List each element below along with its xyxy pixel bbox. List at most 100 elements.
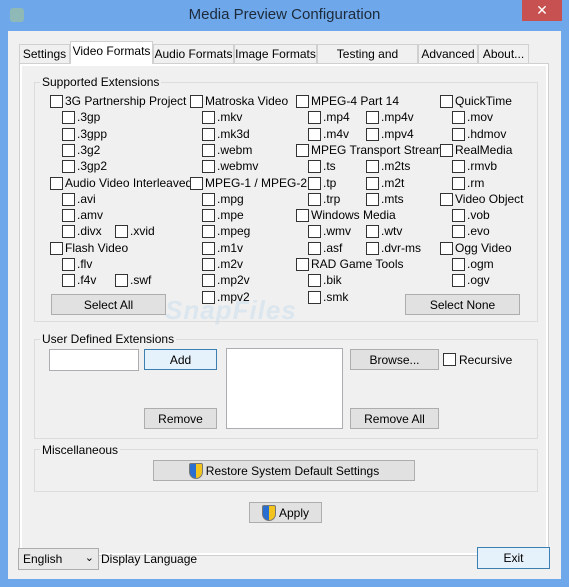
checkbox-vob[interactable] [452, 209, 465, 223]
checkbox-m4v[interactable] [308, 127, 321, 141]
supported-extensions-label: Supported Extensions [40, 75, 162, 89]
checkbox-label: .ogv [467, 273, 490, 288]
checkbox-windows-media[interactable] [296, 209, 309, 223]
apply-label: Apply [278, 505, 310, 520]
checkbox-evo[interactable] [452, 225, 465, 239]
tab-about[interactable]: About... [478, 44, 529, 63]
checkbox-label: Flash Video [65, 240, 129, 255]
checkbox-mkv[interactable] [202, 111, 215, 125]
checkbox-label: .xvid [130, 224, 155, 239]
checkbox-3g-partnership-project[interactable] [50, 95, 63, 108]
checkbox-label: .m2v [217, 257, 244, 271]
user-defined-label: User Defined Extensions [40, 332, 177, 346]
language-select[interactable]: English ⌄ [18, 548, 99, 570]
checkbox-mpeg-transport-stream[interactable] [296, 143, 309, 157]
recursive-label: Recursive [459, 353, 513, 367]
tab-advanced[interactable]: Advanced [418, 44, 478, 63]
extension-input[interactable] [49, 349, 139, 371]
checkbox-label: .wtv [381, 224, 403, 239]
tab-settings[interactable]: Settings [19, 44, 70, 63]
checkbox-webm[interactable] [202, 143, 215, 157]
checkbox-wmv[interactable] [308, 225, 321, 239]
checkbox-swf[interactable] [115, 274, 128, 288]
restore-label: Restore System Default Settings [205, 463, 380, 478]
checkbox-label: RealMedia [455, 142, 513, 157]
checkbox-wtv[interactable] [366, 225, 379, 239]
checkbox-hdmov[interactable] [452, 127, 465, 141]
checkbox-ogm[interactable] [452, 258, 465, 271]
checkbox-label: .rm [467, 175, 485, 190]
checkbox-realmedia[interactable] [440, 143, 453, 157]
checkbox-3gpp[interactable] [62, 127, 75, 141]
checkbox-ogv[interactable] [452, 274, 465, 288]
checkbox-smk[interactable] [308, 290, 321, 304]
checkbox-mts[interactable] [366, 192, 379, 206]
tab-audio-formats[interactable]: Audio Formats [153, 44, 234, 63]
checkbox-matroska-video[interactable] [190, 95, 203, 108]
extensions-list[interactable] [226, 348, 343, 429]
checkbox-mpeg-4-part-14[interactable] [296, 95, 309, 108]
checkbox-3gp[interactable] [62, 111, 75, 125]
checkbox-trp[interactable] [308, 192, 321, 206]
remove-all-button[interactable]: Remove All [350, 408, 439, 429]
browse-button[interactable]: Browse... [350, 349, 439, 370]
add-button[interactable]: Add [144, 349, 217, 370]
checkbox-m2t[interactable] [366, 176, 379, 190]
checkbox-m1v[interactable] [202, 241, 215, 255]
checkbox-ts[interactable] [308, 160, 321, 174]
checkbox-mpe[interactable] [202, 209, 215, 223]
checkbox-divx[interactable] [62, 225, 75, 239]
tab-testing-and-cache[interactable]: Testing and Cache [317, 44, 418, 79]
checkbox-label: .wmv [323, 224, 351, 239]
checkbox-mp4[interactable] [308, 111, 321, 125]
checkbox-m2ts[interactable] [366, 160, 379, 174]
checkbox-xvid[interactable] [115, 225, 128, 239]
checkbox-label: .divx [77, 224, 102, 239]
checkbox-mov[interactable] [452, 111, 465, 125]
checkbox-mpg[interactable] [202, 192, 215, 206]
tab-image-formats[interactable]: Image Formats [234, 44, 317, 63]
checkbox-mp2v[interactable] [202, 274, 215, 288]
checkbox-rm[interactable] [452, 176, 465, 190]
close-button[interactable]: ✕ [522, 0, 562, 21]
checkbox-webmv[interactable] [202, 160, 215, 174]
checkbox-mpv2[interactable] [202, 290, 215, 304]
exit-button[interactable]: Exit [477, 547, 550, 569]
checkbox-video-object[interactable] [440, 192, 453, 206]
checkbox-flv[interactable] [62, 258, 75, 271]
checkbox-mpeg[interactable] [202, 225, 215, 239]
checkbox-mp4v[interactable] [366, 111, 379, 125]
checkbox-asf[interactable] [308, 241, 321, 255]
checkbox-label: MPEG Transport Stream [311, 142, 443, 157]
checkbox-bik[interactable] [308, 274, 321, 288]
select-all-button[interactable]: Select All [51, 294, 166, 315]
checkbox-rmvb[interactable] [452, 160, 465, 174]
checkbox-ogg-video[interactable] [440, 241, 453, 255]
checkbox-3gp2[interactable] [62, 160, 75, 174]
checkbox-quicktime[interactable] [440, 95, 453, 108]
select-none-button[interactable]: Select None [405, 294, 520, 315]
checkbox-label: .m1v [217, 240, 244, 255]
checkbox-amv[interactable] [62, 209, 75, 223]
uac-shield-icon [261, 504, 276, 521]
checkbox-avi[interactable] [62, 192, 75, 206]
remove-button[interactable]: Remove [144, 408, 217, 429]
checkbox-audio-video-interleaved[interactable] [50, 176, 63, 190]
apply-button[interactable]: Apply [249, 502, 322, 523]
restore-defaults-button[interactable]: Restore System Default Settings [153, 460, 415, 481]
checkbox-m2v[interactable] [202, 258, 215, 271]
checkbox-label: .ogm [467, 257, 494, 271]
checkbox-rad-game-tools[interactable] [296, 258, 309, 271]
checkbox-label: QuickTime [455, 94, 512, 108]
checkbox-f4v[interactable] [62, 274, 75, 288]
checkbox-dvr-ms[interactable] [366, 241, 379, 255]
checkbox-flash-video[interactable] [50, 241, 63, 255]
checkbox-3g2[interactable] [62, 143, 75, 157]
checkbox-label: .mpe [217, 208, 244, 223]
recursive-checkbox[interactable] [443, 353, 456, 366]
tab-video-formats[interactable]: Video Formats [70, 41, 153, 64]
checkbox-mpeg-1-mpeg-2[interactable] [190, 176, 203, 190]
checkbox-mpv4[interactable] [366, 127, 379, 141]
checkbox-mk3d[interactable] [202, 127, 215, 141]
checkbox-tp[interactable] [308, 176, 321, 190]
